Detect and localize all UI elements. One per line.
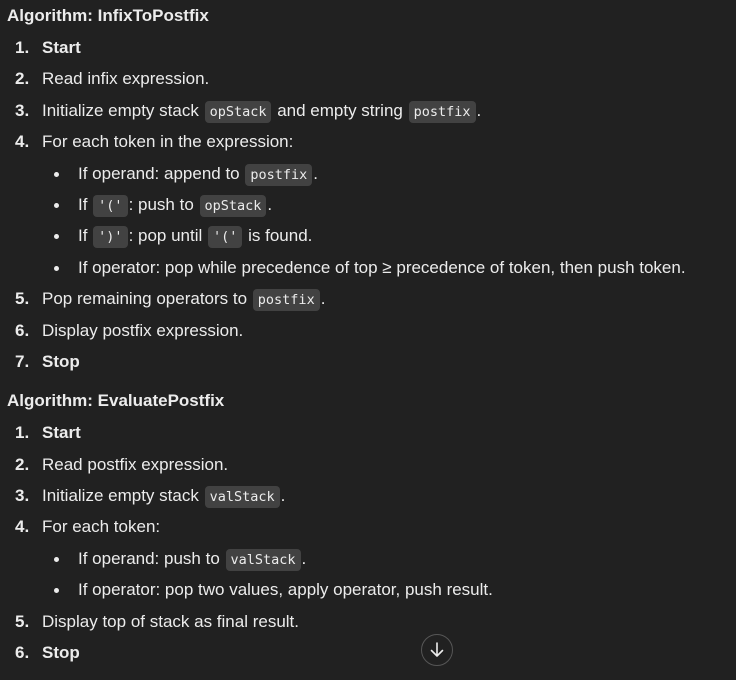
step-text: Stop	[42, 643, 80, 663]
bullet-text: If	[78, 194, 93, 214]
bullet-item: If operator: pop two values, apply opera…	[7, 574, 732, 605]
step-text: For each token in the expression:	[42, 132, 294, 152]
step-number: 6.	[15, 320, 30, 340]
inline-code: '('	[208, 226, 243, 249]
algorithm-steps: 5. Display top of stack as final result.…	[7, 606, 732, 669]
algorithm-title: Algorithm: EvaluatePostfix	[7, 391, 225, 411]
step-text: Initialize empty stack	[42, 100, 204, 120]
algorithm-steps: 5. Pop remaining operators to postfix. 6…	[7, 283, 732, 377]
bullet-icon	[54, 171, 59, 177]
bullet-text: If	[78, 226, 93, 246]
step-text: and empty string	[272, 100, 408, 120]
step-text: .	[320, 289, 326, 309]
bullet-icon	[54, 556, 59, 562]
arrow-down-icon	[430, 642, 444, 657]
step-item: 1. Start	[7, 417, 732, 448]
bullet-text: If operator: pop while precedence of top…	[78, 257, 686, 277]
step-text: For each token:	[42, 517, 161, 537]
step-item: 2. Read postfix expression.	[7, 449, 732, 480]
step-text: Read postfix expression.	[42, 454, 229, 474]
step-text: .	[476, 100, 482, 120]
step-item: 3. Initialize empty stack valStack.	[7, 480, 732, 511]
bullet-text: .	[313, 163, 318, 183]
bullet-icon	[54, 265, 59, 271]
step-number: 1.	[15, 38, 30, 57]
bullet-item: If operand: append to postfix.	[7, 158, 732, 189]
step-text: Display postfix expression.	[42, 320, 244, 340]
bullet-text: .	[267, 194, 273, 214]
step-number: 4.	[15, 132, 30, 152]
bullet-text: .	[301, 548, 307, 568]
chat-message-content: Algorithm: InfixToPostfix 1. Start 2. Re…	[7, 0, 732, 668]
step-item: 4. For each token:	[7, 511, 732, 542]
algorithm-steps: 1. Start 2. Read infix expression. 3. In…	[7, 32, 732, 158]
step-number: 5.	[15, 289, 30, 309]
step-text: Pop remaining operators to	[42, 289, 252, 309]
inline-code: postfix	[408, 100, 476, 123]
bullet-icon	[54, 234, 59, 240]
step-number: 2.	[15, 69, 30, 89]
step-number: 1.	[15, 423, 30, 443]
step-number: 5.	[15, 611, 30, 631]
step-text: .	[280, 486, 286, 506]
bullet-icon	[54, 202, 59, 208]
inline-code: opStack	[199, 194, 267, 217]
bullet-item: If operator: pop while precedence of top…	[7, 252, 732, 283]
bullet-text: If operand: push to	[78, 548, 225, 568]
bullet-text: : push to	[128, 194, 199, 214]
step-text: Start	[42, 423, 81, 443]
step-number: 7.	[15, 351, 30, 371]
inline-code: valStack	[225, 548, 301, 571]
inline-code: valStack	[204, 486, 280, 509]
inline-code: opStack	[204, 100, 272, 123]
step-item: 5. Display top of stack as final result.	[7, 606, 732, 637]
inline-code: '('	[93, 194, 128, 217]
step-number: 4.	[15, 517, 30, 537]
sub-steps: If operand: push to valStack. If operato…	[7, 543, 732, 606]
step-text: Initialize empty stack	[42, 486, 204, 506]
bullet-item: If operand: push to valStack.	[7, 543, 732, 574]
step-item: 1. Start	[7, 32, 732, 63]
algorithm-steps: 1. Start 2. Read postfix expression. 3. …	[7, 417, 732, 543]
sub-steps: If operand: append to postfix. If '(': p…	[7, 158, 732, 284]
step-item: 5. Pop remaining operators to postfix.	[7, 283, 732, 314]
step-text: Read infix expression.	[42, 69, 210, 89]
step-item: 7. Stop	[7, 346, 732, 377]
step-number: 6.	[15, 643, 30, 663]
bullet-text: If operand: append to	[78, 163, 245, 183]
step-item: 3. Initialize empty stack opStack and em…	[7, 95, 732, 126]
step-number: 3.	[15, 486, 30, 506]
inline-code: postfix	[252, 289, 320, 312]
algorithm-title: Algorithm: InfixToPostfix	[7, 6, 209, 25]
bullet-text: is found.	[243, 226, 313, 246]
step-text: Stop	[42, 351, 80, 371]
step-item: 6. Display postfix expression.	[7, 315, 732, 346]
bullet-item: If ')': pop until '(' is found.	[7, 220, 732, 251]
inline-code: postfix	[245, 163, 313, 186]
step-item: 6. Stop	[7, 637, 732, 668]
inline-code: ')'	[93, 226, 128, 249]
step-item: 4. For each token in the expression:	[7, 126, 732, 157]
scroll-to-bottom-button[interactable]	[421, 634, 453, 666]
step-text: Start	[42, 38, 81, 57]
step-number: 3.	[15, 100, 30, 120]
bullet-item: If '(': push to opStack.	[7, 189, 732, 220]
step-item: 2. Read infix expression.	[7, 63, 732, 94]
step-text: Display top of stack as final result.	[42, 611, 300, 631]
step-number: 2.	[15, 454, 30, 474]
bullet-text: : pop until	[128, 226, 208, 246]
bullet-icon	[54, 588, 59, 594]
bullet-text: If operator: pop two values, apply opera…	[78, 580, 493, 600]
